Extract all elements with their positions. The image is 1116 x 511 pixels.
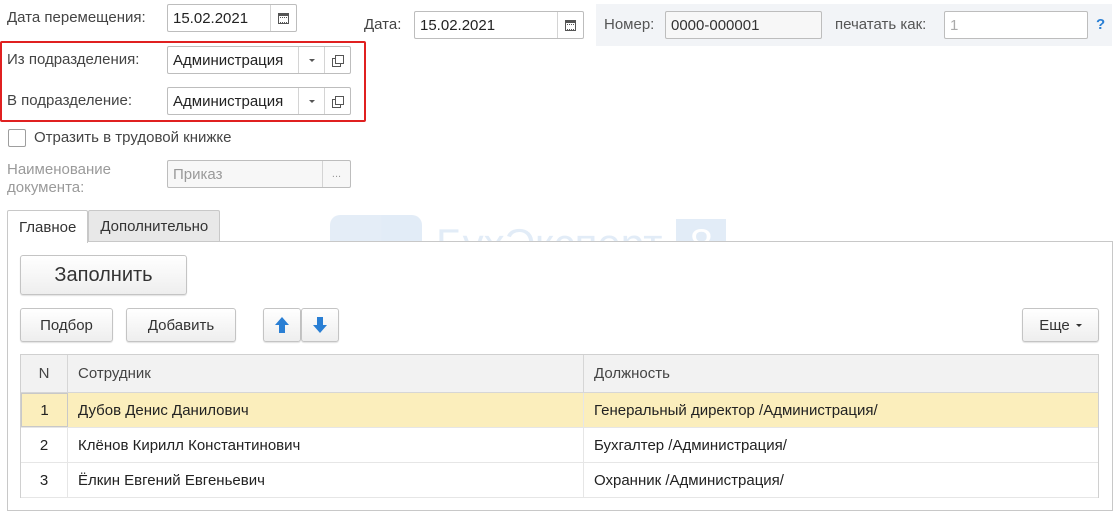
tab-bar: Главное Дополнительно [7, 210, 221, 243]
row-number[interactable]: 2 [21, 428, 68, 462]
open-button[interactable] [324, 88, 350, 114]
print-as-field[interactable]: 1 [944, 11, 1088, 39]
add-button[interactable]: Добавить [126, 308, 236, 342]
position-cell[interactable]: Генеральный директор /Администрация/ [584, 393, 1098, 427]
from-department-field[interactable]: Администрация [167, 46, 351, 74]
position-cell[interactable]: Бухгалтер /Администрация/ [584, 428, 1098, 462]
tab-main[interactable]: Главное [7, 210, 89, 243]
tab-additional[interactable]: Дополнительно [88, 210, 221, 242]
number-field: 0000-000001 [665, 11, 822, 39]
chevron-down-icon [308, 58, 315, 62]
position-cell[interactable]: Охранник /Администрация/ [584, 463, 1098, 497]
chevron-down-icon [1075, 323, 1082, 327]
arrow-up-icon [275, 317, 289, 333]
help-icon[interactable]: ? [1096, 16, 1105, 33]
table-row[interactable]: 1 Дубов Денис Данилович Генеральный дире… [21, 393, 1098, 428]
date-field[interactable]: 15.02.2021 [414, 11, 584, 39]
employee-cell[interactable]: Дубов Денис Данилович [68, 393, 584, 427]
move-up-button[interactable] [263, 308, 301, 342]
employee-cell[interactable]: Клёнов Кирилл Константинович [68, 428, 584, 462]
document-name-label-line1: Наименование [7, 161, 111, 178]
row-number[interactable]: 1 [21, 393, 68, 427]
arrow-down-icon [313, 317, 327, 333]
dropdown-button[interactable] [298, 88, 324, 114]
fill-button[interactable]: Заполнить [20, 255, 187, 295]
document-name-field: Приказ ... [167, 160, 351, 188]
column-header-position[interactable]: Должность [584, 355, 1098, 392]
document-name-value: Приказ [173, 165, 223, 183]
workbook-checkbox-label[interactable]: Отразить в трудовой книжке [34, 129, 231, 147]
date-label: Дата: [364, 16, 402, 33]
move-date-label: Дата перемещения: [7, 9, 146, 26]
more-button[interactable]: Еще [1022, 308, 1099, 342]
column-header-n[interactable]: N [21, 355, 68, 392]
employee-cell[interactable]: Ёлкин Евгений Евгеньевич [68, 463, 584, 497]
row-number[interactable]: 3 [21, 463, 68, 497]
more-label: Еще [1039, 316, 1070, 334]
open-form-icon [332, 54, 344, 67]
number-label: Номер: [604, 16, 655, 33]
print-as-placeholder: 1 [950, 16, 959, 34]
date-value: 15.02.2021 [420, 16, 496, 34]
to-department-field[interactable]: Администрация [167, 87, 351, 115]
number-value: 0000-000001 [671, 16, 760, 34]
table-row[interactable]: 2 Клёнов Кирилл Константинович Бухгалтер… [21, 428, 1098, 463]
calendar-icon [565, 19, 576, 31]
print-as-label: печатать как: [835, 16, 927, 33]
employees-table: N Сотрудник Должность 1 Дубов Денис Дани… [20, 354, 1099, 498]
calendar-button[interactable] [557, 12, 583, 38]
document-name-label-line2: документа: [7, 179, 85, 196]
to-department-value: Администрация [173, 92, 284, 110]
from-department-label: Из подразделения: [7, 51, 140, 68]
select-employees-button[interactable]: Подбор [20, 308, 113, 342]
open-form-icon [332, 95, 344, 108]
column-header-employee[interactable]: Сотрудник [68, 355, 584, 392]
move-date-value: 15.02.2021 [173, 9, 249, 27]
to-department-label: В подразделение: [7, 92, 132, 109]
move-date-field[interactable]: 15.02.2021 [167, 4, 297, 32]
calendar-icon [278, 12, 289, 24]
table-header: N Сотрудник Должность [21, 355, 1098, 393]
dropdown-button[interactable] [298, 47, 324, 73]
calendar-button[interactable] [270, 5, 296, 31]
table-row[interactable]: 3 Ёлкин Евгений Евгеньевич Охранник /Адм… [21, 463, 1098, 498]
move-down-button[interactable] [301, 308, 339, 342]
from-department-value: Администрация [173, 51, 284, 69]
chevron-down-icon [308, 99, 315, 103]
workbook-checkbox[interactable] [8, 129, 26, 147]
open-button[interactable] [324, 47, 350, 73]
select-button: ... [322, 161, 350, 187]
